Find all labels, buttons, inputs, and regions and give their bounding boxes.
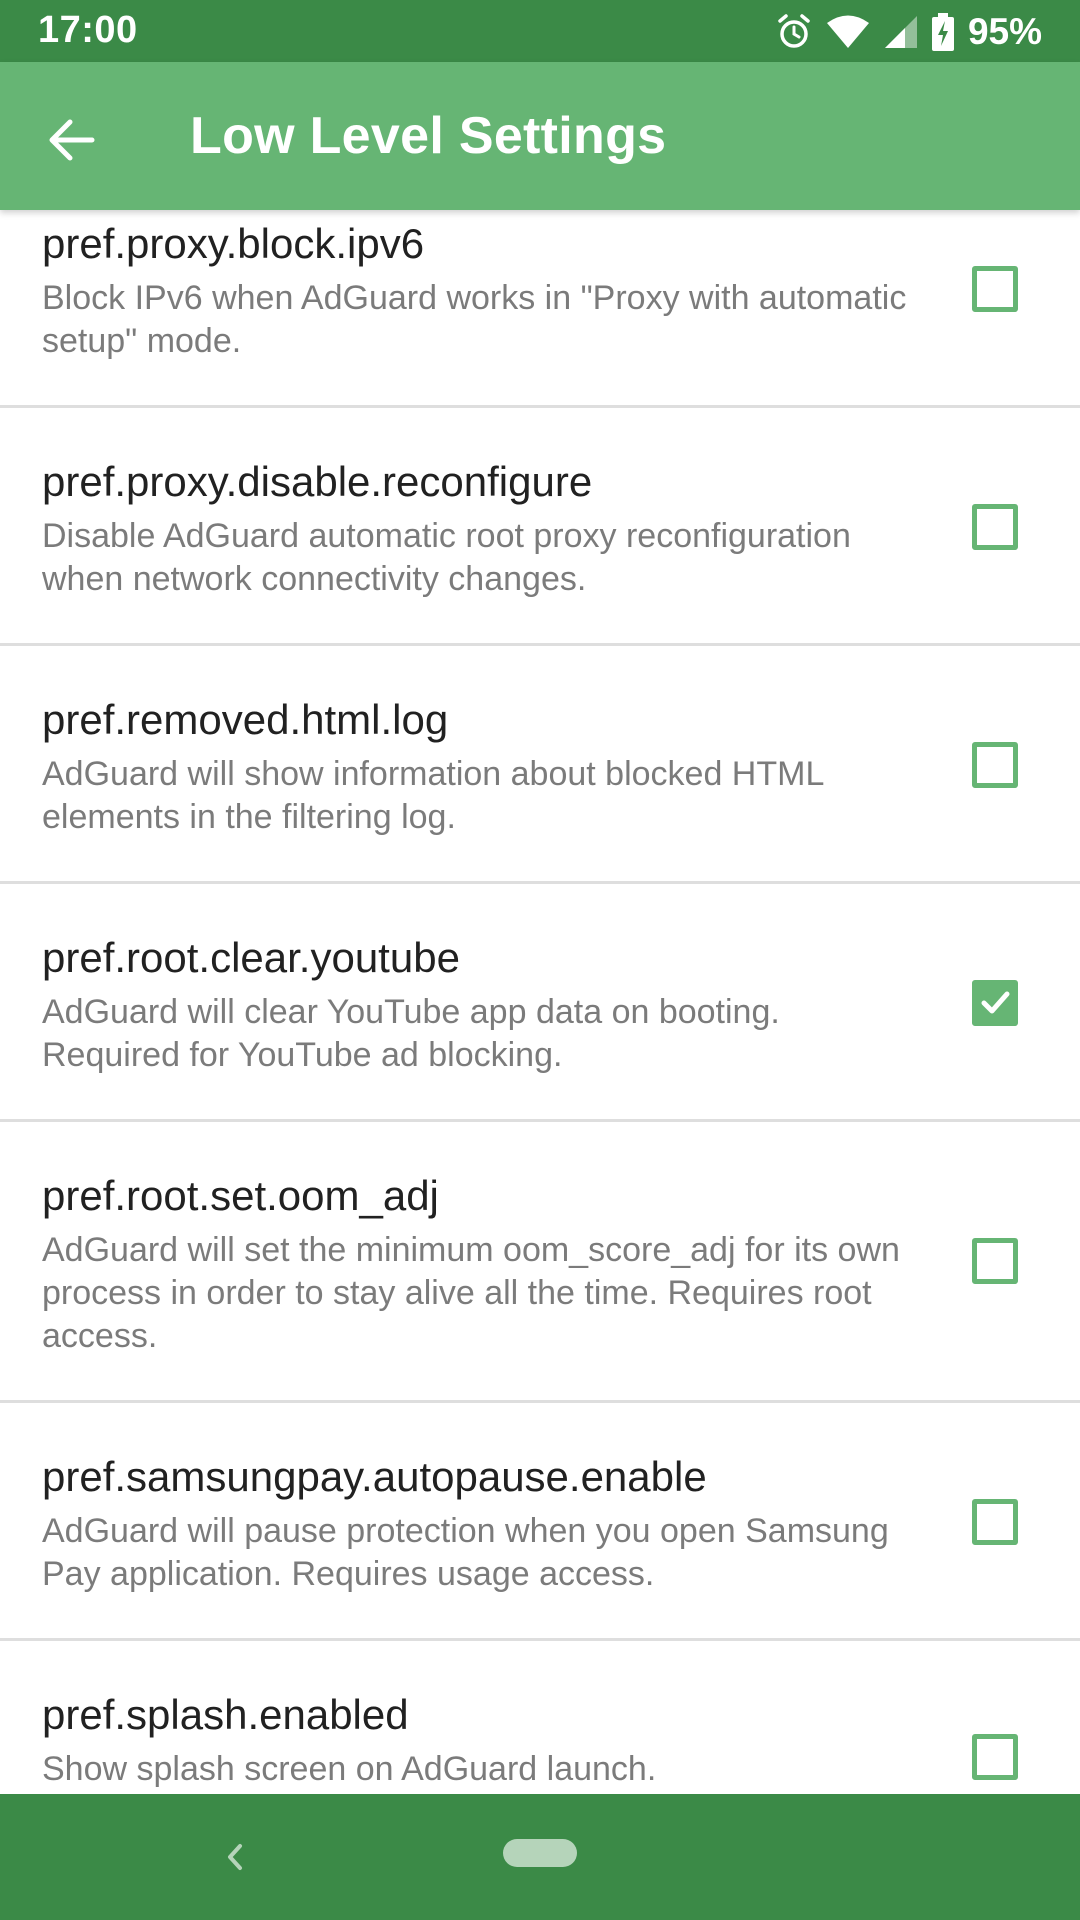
wifi-icon	[826, 14, 870, 50]
settings-list[interactable]: pref.proxy.block.ipv6 Block IPv6 when Ad…	[0, 210, 1080, 1794]
setting-key: pref.proxy.disable.reconfigure	[42, 458, 593, 505]
checkmark-icon	[981, 991, 1010, 1014]
setting-checkbox[interactable]	[972, 266, 1018, 312]
setting-key: pref.root.set.oom_adj	[42, 1172, 439, 1219]
cellular-signal-icon	[884, 14, 918, 50]
status-icons: 95%	[776, 10, 1042, 54]
page-title: Low Level Settings	[190, 107, 667, 165]
setting-checkbox[interactable]	[972, 980, 1018, 1026]
back-button[interactable]	[30, 98, 114, 182]
status-time: 17:00	[38, 9, 138, 51]
status-bar: 17:00 95%	[0, 0, 1080, 62]
setting-item[interactable]: pref.samsungpay.autopause.enable AdGuard…	[0, 1403, 1080, 1641]
setting-description: AdGuard will set the minimum oom_score_a…	[42, 1231, 900, 1355]
alarm-icon	[776, 13, 812, 51]
battery-charging-icon	[931, 13, 954, 51]
screen: 17:00 95% Low Level Settings pref.proxy.…	[0, 0, 1080, 1920]
setting-description: AdGuard will show information about bloc…	[42, 755, 824, 836]
setting-key: pref.splash.enabled	[42, 1691, 409, 1738]
setting-description: Disable AdGuard automatic root proxy rec…	[42, 517, 851, 598]
setting-description: Block IPv6 when AdGuard works in "Proxy …	[42, 279, 907, 360]
system-nav-bar	[0, 1794, 1080, 1920]
setting-key: pref.removed.html.log	[42, 696, 449, 743]
setting-description: AdGuard will clear YouTube app data on b…	[42, 993, 780, 1074]
setting-checkbox[interactable]	[972, 1734, 1018, 1780]
setting-key: pref.root.clear.youtube	[42, 934, 460, 981]
arrow-back-icon	[49, 119, 95, 161]
setting-checkbox[interactable]	[972, 504, 1018, 550]
app-bar: Low Level Settings	[0, 62, 1080, 210]
setting-description: AdGuard will pause protection when you o…	[42, 1512, 889, 1593]
setting-item[interactable]: pref.removed.html.log AdGuard will show …	[0, 646, 1080, 884]
setting-description: Show splash screen on AdGuard launch.	[42, 1750, 657, 1788]
setting-key: pref.samsungpay.autopause.enable	[42, 1453, 707, 1500]
setting-item[interactable]: pref.root.clear.youtube AdGuard will cle…	[0, 884, 1080, 1122]
setting-item[interactable]: pref.root.set.oom_adj AdGuard will set t…	[0, 1122, 1080, 1403]
setting-checkbox[interactable]	[972, 1499, 1018, 1545]
home-pill-icon[interactable]	[503, 1839, 577, 1867]
setting-key: pref.proxy.block.ipv6	[42, 220, 425, 267]
setting-item[interactable]: pref.splash.enabled Show splash screen o…	[0, 1641, 1080, 1794]
nav-back-icon[interactable]	[214, 1832, 254, 1882]
setting-checkbox[interactable]	[972, 742, 1018, 788]
settings-list-content: pref.proxy.block.ipv6 Block IPv6 when Ad…	[0, 210, 1080, 1794]
setting-item[interactable]: pref.proxy.disable.reconfigure Disable A…	[0, 408, 1080, 646]
battery-percent: 95%	[967, 11, 1042, 52]
setting-checkbox[interactable]	[972, 1238, 1018, 1284]
setting-item[interactable]: pref.proxy.block.ipv6 Block IPv6 when Ad…	[0, 210, 1080, 408]
